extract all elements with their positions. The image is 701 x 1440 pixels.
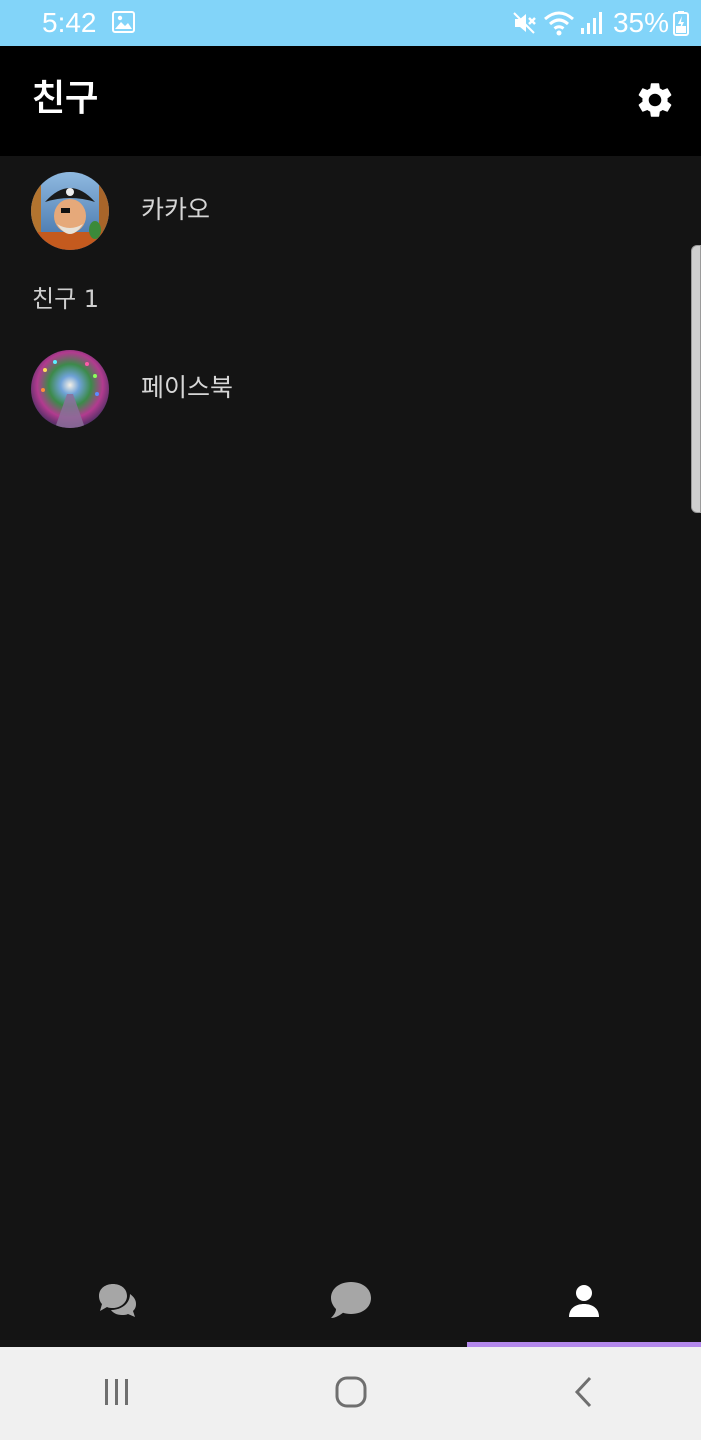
home-icon (334, 1375, 368, 1413)
tab-friends[interactable] (467, 1258, 701, 1347)
battery-text: 35% (612, 7, 669, 38)
gallery-icon (112, 11, 135, 33)
battery-icon (673, 10, 689, 36)
wifi-icon (543, 10, 575, 36)
friend-name: 페이스북 (141, 373, 234, 402)
tab-chat[interactable] (234, 1258, 468, 1347)
recent-apps-icon (102, 1377, 132, 1411)
home-button[interactable] (234, 1347, 468, 1440)
signal-icon (579, 10, 605, 36)
status-bar: 5:42 35% (0, 0, 701, 46)
settings-button[interactable] (631, 78, 679, 126)
scrollbar-thumb[interactable] (691, 245, 701, 513)
system-nav-bar (0, 1347, 701, 1440)
chats-icon (96, 1282, 138, 1324)
bottom-tab-bar (0, 1258, 701, 1347)
back-button[interactable] (467, 1347, 701, 1440)
avatar (31, 350, 109, 428)
avatar (31, 172, 109, 250)
status-time: 5:42 (42, 7, 97, 38)
person-icon (567, 1284, 601, 1322)
my-profile-name: 카카오 (141, 195, 211, 224)
back-icon (572, 1375, 596, 1413)
recent-apps-button[interactable] (0, 1347, 234, 1440)
app-bar: 친구 (0, 46, 701, 156)
page-title: 친구 (32, 78, 99, 119)
gear-icon (634, 79, 676, 125)
tab-chats[interactable] (0, 1258, 234, 1347)
friends-section-header: 친구 1 (32, 285, 100, 313)
status-icons: 35% (511, 6, 689, 40)
friend-row[interactable]: 페이스북 (0, 334, 690, 434)
my-profile-row[interactable]: 카카오 (0, 156, 690, 256)
chat-bubble-icon (329, 1280, 373, 1326)
mute-icon (511, 10, 537, 36)
